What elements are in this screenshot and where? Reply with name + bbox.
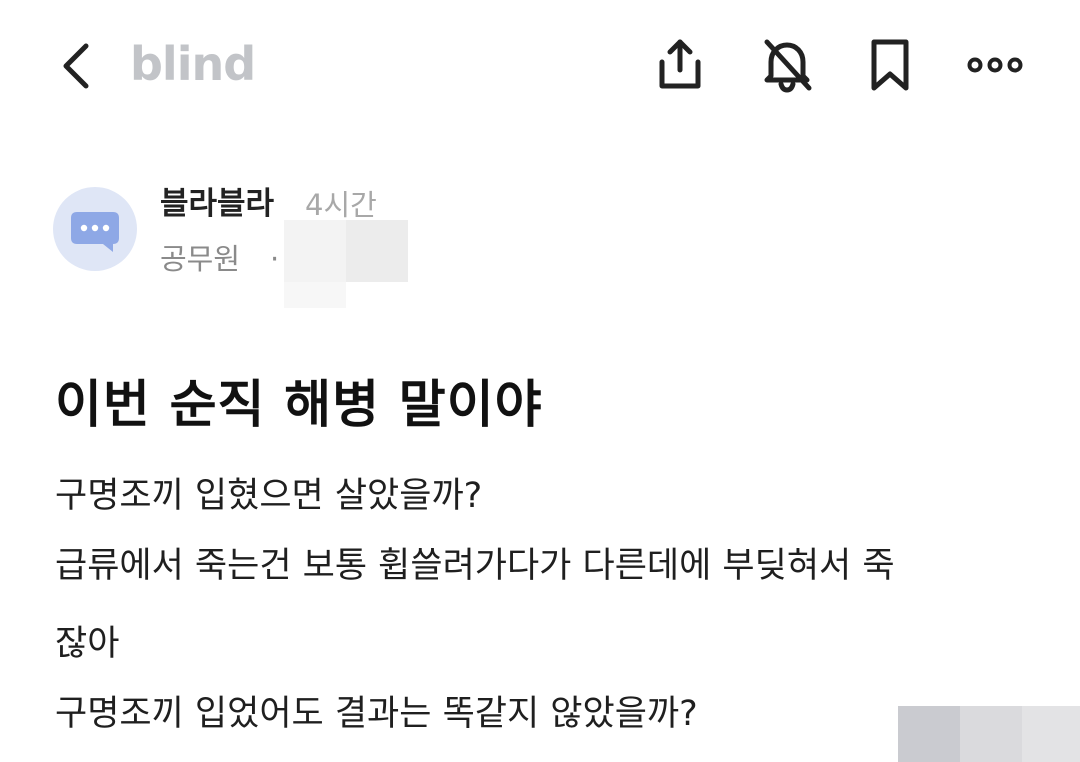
redacted-block [898,706,960,762]
post-body-line: 구명조끼 입었어도 결과는 똑같지 않았을까? [55,694,698,734]
top-bar: blind [0,0,1080,132]
redacted-block [960,706,1022,762]
redacted-block [284,220,346,282]
bell-off-icon [764,39,812,93]
post-body-line: 구명조끼 입혔으면 살았을까? [55,476,483,516]
separator-dot: · [270,242,280,276]
post-title: 이번 순직 해병 말이야 [55,376,543,435]
post-time: 4시간 [305,188,377,222]
share-button[interactable] [648,32,712,96]
redacted-block [284,282,346,308]
post-screen: blind 블라블라 4시간 공무원 · 이번 순직 해병 말이야 구명조끼 입… [0,0,1080,762]
post-body-line: 급류에서 죽는건 보통 휩쓸려가다가 다른데에 부딪혀서 죽 [55,546,895,586]
author-company[interactable]: 공무원 [160,240,240,278]
more-button[interactable] [963,32,1027,96]
redacted-block [346,220,408,282]
chat-bubble-icon [71,212,119,252]
post-body-line: 잖아 [55,624,120,664]
back-icon [63,43,89,89]
blind-logo[interactable]: blind [130,34,256,94]
back-button[interactable] [52,36,104,96]
bookmark-button[interactable] [858,32,922,96]
redacted-block [1022,706,1080,762]
author-name[interactable]: 블라블라 [160,184,274,224]
avatar[interactable] [53,187,137,271]
more-icon [967,57,1023,73]
share-icon [659,39,701,89]
notification-off-button[interactable] [755,32,819,96]
bookmark-icon [871,39,909,91]
